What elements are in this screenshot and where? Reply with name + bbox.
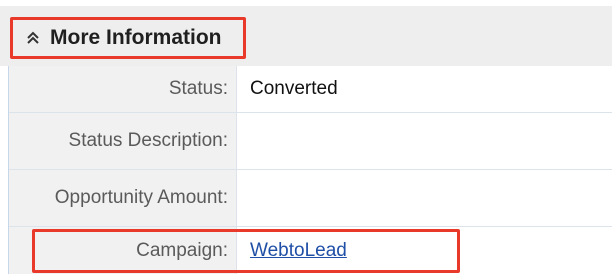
field-row-opportunity-amount: Opportunity Amount: — [9, 170, 612, 227]
field-row-status: Status: Converted — [9, 66, 612, 113]
section-title: More Information — [50, 26, 222, 49]
status-description-label: Status Description: — [9, 113, 237, 169]
double-chevron-up-icon — [27, 31, 39, 44]
field-row-status-description: Status Description: — [9, 113, 612, 170]
opportunity-amount-label: Opportunity Amount: — [9, 170, 237, 226]
status-label: Status: — [9, 66, 237, 112]
campaign-highlight-box — [32, 229, 460, 273]
more-information-panel: More Information Status: Converted Statu… — [0, 0, 612, 274]
status-value: Converted — [250, 78, 338, 99]
more-information-toggle[interactable]: More Information — [10, 17, 246, 59]
panel-header: More Information — [0, 6, 612, 66]
